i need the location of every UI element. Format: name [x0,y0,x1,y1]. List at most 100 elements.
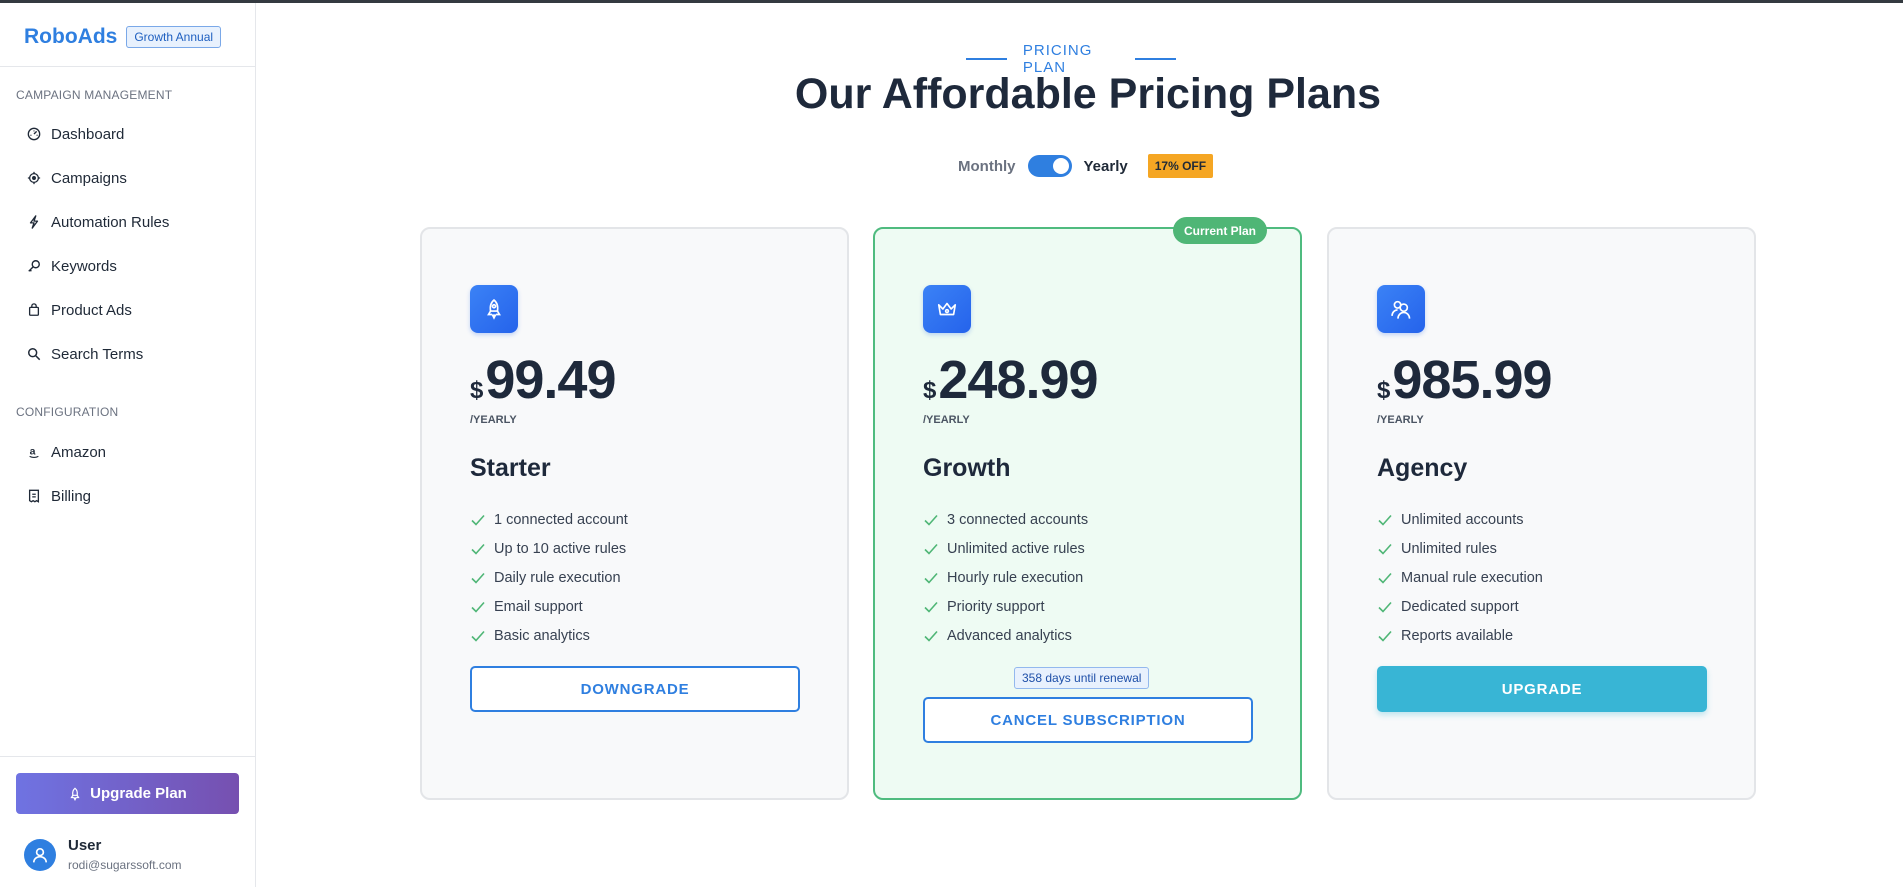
list-item: Advanced analytics [923,621,1088,650]
check-icon [470,541,486,557]
feature-text: Up to 10 active rules [494,540,627,557]
feature-text: 3 connected accounts [947,511,1089,528]
sidebar-item-automation-rules[interactable]: Automation Rules [16,204,240,240]
upgrade-plan-label: Upgrade Plan [90,785,187,802]
list-item: 1 connected account [470,505,628,534]
feature-text: Dedicated support [1401,598,1519,615]
sidebar-item-label: Search Terms [51,345,144,363]
brand-logo[interactable]: RoboAds [24,25,117,49]
plan-badge: Growth Annual [126,26,222,48]
rocket-icon [470,285,518,333]
check-icon [1377,512,1393,528]
cancel-subscription-button[interactable]: CANCEL SUBSCRIPTION [923,697,1253,743]
downgrade-button[interactable]: DOWNGRADE [470,666,800,712]
list-item: Unlimited accounts [1377,505,1543,534]
upgrade-button[interactable]: UPGRADE [1377,666,1707,712]
gauge-icon [26,126,42,142]
sidebar-item-label: Product Ads [51,301,132,319]
eyebrow-line-right [1135,58,1177,60]
divider [0,66,256,67]
list-item: 3 connected accounts [923,505,1088,534]
currency-symbol: $ [923,377,937,404]
eyebrow-line-left [966,58,1007,60]
sidebar-item-search-terms[interactable]: Search Terms [16,336,240,372]
feature-list: Unlimited accounts Unlimited rules Manua… [1377,505,1543,650]
list-item: Priority support [923,592,1088,621]
monthly-label[interactable]: Monthly [958,158,1016,175]
page-title: Our Affordable Pricing Plans [794,70,1382,118]
brand: RoboAds Growth Annual [24,23,222,51]
list-item: Hourly rule execution [923,563,1088,592]
sidebar-item-label: Amazon [51,443,107,461]
key-icon [26,258,42,274]
list-item: Manual rule execution [1377,563,1543,592]
bag-icon [26,302,42,318]
receipt-icon [26,488,42,504]
user-name: User [68,837,102,854]
feature-text: Hourly rule execution [947,569,1084,586]
check-icon [1377,570,1393,586]
avatar[interactable] [24,839,56,871]
sidebar-item-keywords[interactable]: Keywords [16,248,240,284]
price-amount: 248.99 [938,350,1098,410]
sidebar-item-label: Keywords [51,257,117,275]
list-item: Dedicated support [1377,592,1543,621]
feature-text: 1 connected account [494,511,628,528]
feature-list: 3 connected accounts Unlimited active ru… [923,505,1088,650]
sidebar-item-dashboard[interactable]: Dashboard [16,116,240,152]
list-item: Unlimited rules [1377,534,1543,563]
price: $ 99.49 [470,351,617,409]
plan-card-growth: $ 248.99 /YEARLY Growth 3 connected acco… [873,227,1302,800]
check-icon [1377,599,1393,615]
sidebar-item-label: Automation Rules [51,213,170,231]
billing-period: /YEARLY [1377,414,1424,426]
check-icon [470,628,486,644]
feature-text: Unlimited active rules [947,540,1085,557]
users-icon [1377,285,1425,333]
sidebar-item-label: Campaigns [51,169,127,187]
switch-knob [1052,158,1069,174]
feature-text: Unlimited rules [1401,540,1497,557]
crown-icon [923,285,971,333]
amazon-icon: a [26,444,42,460]
feature-text: Advanced analytics [947,627,1072,644]
section-label-configuration: CONFIGURATION [16,405,119,419]
check-icon [470,570,486,586]
plan-name: Starter [470,454,551,482]
check-icon [1377,628,1393,644]
price: $ 248.99 [923,350,1099,410]
list-item: Daily rule execution [470,563,628,592]
list-item: Basic analytics [470,621,628,650]
price: $ 985.99 [1377,351,1553,409]
discount-badge: 17% OFF [1147,154,1214,178]
list-item: Email support [470,592,628,621]
list-item: Unlimited active rules [923,534,1088,563]
sidebar: RoboAds Growth Annual CAMPAIGN MANAGEMEN… [0,3,256,887]
plan-name: Growth [923,454,1011,482]
sidebar-item-label: Dashboard [51,125,125,143]
list-item: Up to 10 active rules [470,534,628,563]
upgrade-plan-button[interactable]: Upgrade Plan [16,773,239,814]
feature-text: Email support [494,598,583,615]
divider [0,756,256,757]
currency-symbol: $ [1377,377,1391,404]
billing-period: /YEARLY [470,414,517,426]
feature-text: Reports available [1401,627,1514,644]
feature-text: Unlimited accounts [1401,511,1524,528]
sidebar-item-amazon[interactable]: a Amazon [16,434,240,470]
check-icon [923,541,939,557]
check-icon [1377,541,1393,557]
plan-name: Agency [1377,454,1468,482]
billing-switch[interactable] [1027,155,1072,177]
billing-period: /YEARLY [923,414,970,426]
billing-period-toggle: Monthly Yearly 17% OFF [958,154,1214,178]
current-plan-badge: Current Plan [1173,217,1268,244]
feature-text: Priority support [947,598,1045,615]
yearly-label[interactable]: Yearly [1084,158,1128,175]
sidebar-item-product-ads[interactable]: Product Ads [16,292,240,328]
sidebar-item-billing[interactable]: Billing [16,478,240,514]
feature-list: 1 connected account Up to 10 active rule… [470,505,628,650]
check-icon [923,628,939,644]
user-email: rodi@sugarssoft.com [68,858,182,872]
sidebar-item-campaigns[interactable]: Campaigns [16,160,240,196]
